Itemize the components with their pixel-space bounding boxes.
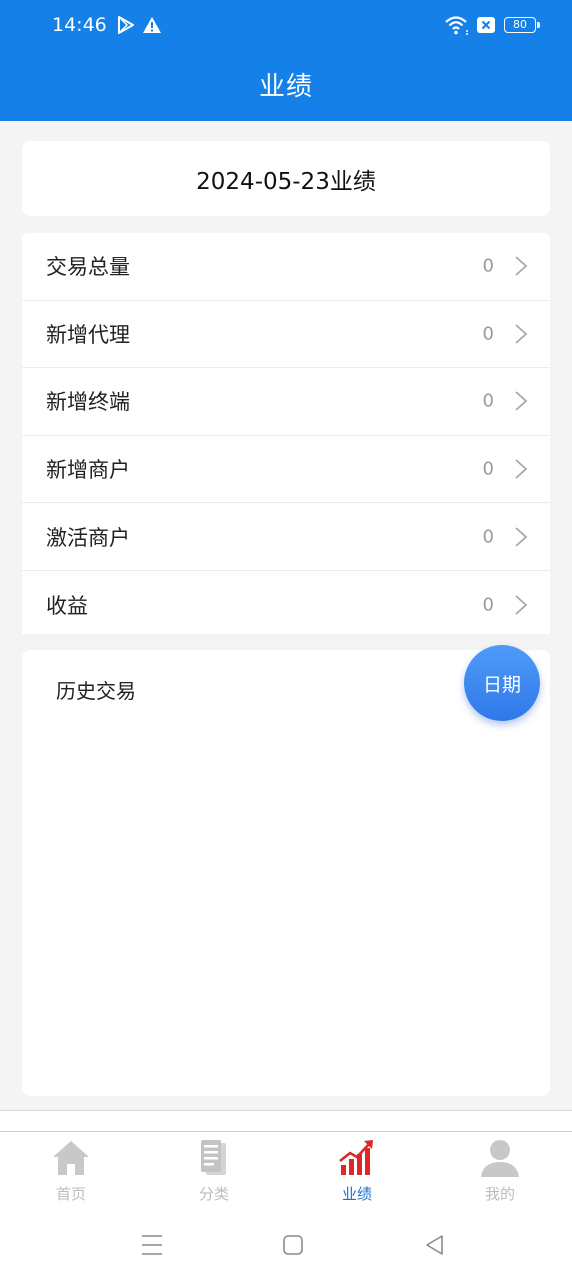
wifi-icon xyxy=(445,16,468,35)
bottom-tab-bar: 首页 分类 业绩 我的 xyxy=(0,1110,572,1210)
page-title: 业绩 xyxy=(258,72,313,102)
chevron-right-icon xyxy=(515,391,528,412)
chart-icon xyxy=(339,1140,373,1175)
battery-indicator: 80 xyxy=(504,17,540,33)
stat-label: 新增终端 xyxy=(46,390,130,415)
stat-value: 0 xyxy=(482,390,494,412)
stat-row-earnings[interactable]: 收益 0 xyxy=(22,571,550,634)
history-transactions-card: 历史交易 xyxy=(22,650,550,1096)
home-button-icon[interactable] xyxy=(282,1232,304,1258)
chevron-right-icon xyxy=(515,256,528,276)
status-bar: 14:46 80 xyxy=(0,0,572,52)
stat-label: 交易总量 xyxy=(46,255,130,280)
home-icon xyxy=(53,1141,89,1175)
stat-row-new-agents[interactable]: 新增代理 0 xyxy=(22,301,550,369)
tab-performance[interactable]: 业绩 xyxy=(307,1137,407,1209)
stat-label: 新增商户 xyxy=(46,458,130,483)
stat-value: 0 xyxy=(482,526,494,548)
chevron-right-icon xyxy=(515,527,528,547)
stats-list: 交易总量 0 新增代理 0 新增终端 0 新增商户 0 激活商户 0 收益 0 xyxy=(22,233,550,634)
play-store-icon xyxy=(118,16,134,34)
stat-row-new-merchants[interactable]: 新增商户 0 xyxy=(22,436,550,504)
stat-row-activated-merchants[interactable]: 激活商户 0 xyxy=(22,503,550,571)
tab-mine[interactable]: 我的 xyxy=(450,1137,550,1209)
history-title: 历史交易 xyxy=(56,679,136,703)
status-time: 14:46 xyxy=(52,14,107,36)
tab-home[interactable]: 首页 xyxy=(21,1137,121,1209)
tabbar-divider xyxy=(0,1131,572,1132)
menu-icon[interactable] xyxy=(140,1232,164,1258)
chevron-right-icon xyxy=(515,459,528,479)
stat-label: 收益 xyxy=(46,593,88,618)
top-app-bar: 14:46 80 业绩 xyxy=(0,0,572,121)
stat-value: 0 xyxy=(482,594,494,616)
stat-row-total-transactions[interactable]: 交易总量 0 xyxy=(22,233,550,301)
date-picker-button[interactable]: 日期 xyxy=(464,645,540,721)
tab-label: 分类 xyxy=(198,1185,229,1203)
sim-card-off-icon xyxy=(477,17,495,33)
tab-label: 我的 xyxy=(484,1185,515,1203)
chevron-right-icon xyxy=(515,324,528,344)
app-screen: 14:46 80 业绩 2024-05-23业绩 交易总量 0 新增代理 0 新… xyxy=(0,0,572,1280)
stat-value: 0 xyxy=(482,323,494,345)
date-performance-card: 2024-05-23业绩 xyxy=(22,141,550,216)
chevron-right-icon xyxy=(515,595,528,615)
tab-category[interactable]: 分类 xyxy=(164,1137,264,1209)
stat-label: 激活商户 xyxy=(46,525,130,550)
stat-value: 0 xyxy=(482,458,494,480)
tab-label: 首页 xyxy=(55,1185,86,1203)
stat-row-new-terminals[interactable]: 新增终端 0 xyxy=(22,368,550,436)
document-icon xyxy=(201,1140,226,1175)
warning-icon xyxy=(143,17,161,33)
user-icon xyxy=(481,1140,519,1177)
back-icon[interactable] xyxy=(423,1232,445,1258)
system-navigation-bar xyxy=(0,1210,572,1280)
tab-label: 业绩 xyxy=(341,1185,372,1203)
date-performance-title: 2024-05-23业绩 xyxy=(196,168,376,195)
stat-label: 新增代理 xyxy=(46,322,130,347)
stat-value: 0 xyxy=(482,255,494,277)
